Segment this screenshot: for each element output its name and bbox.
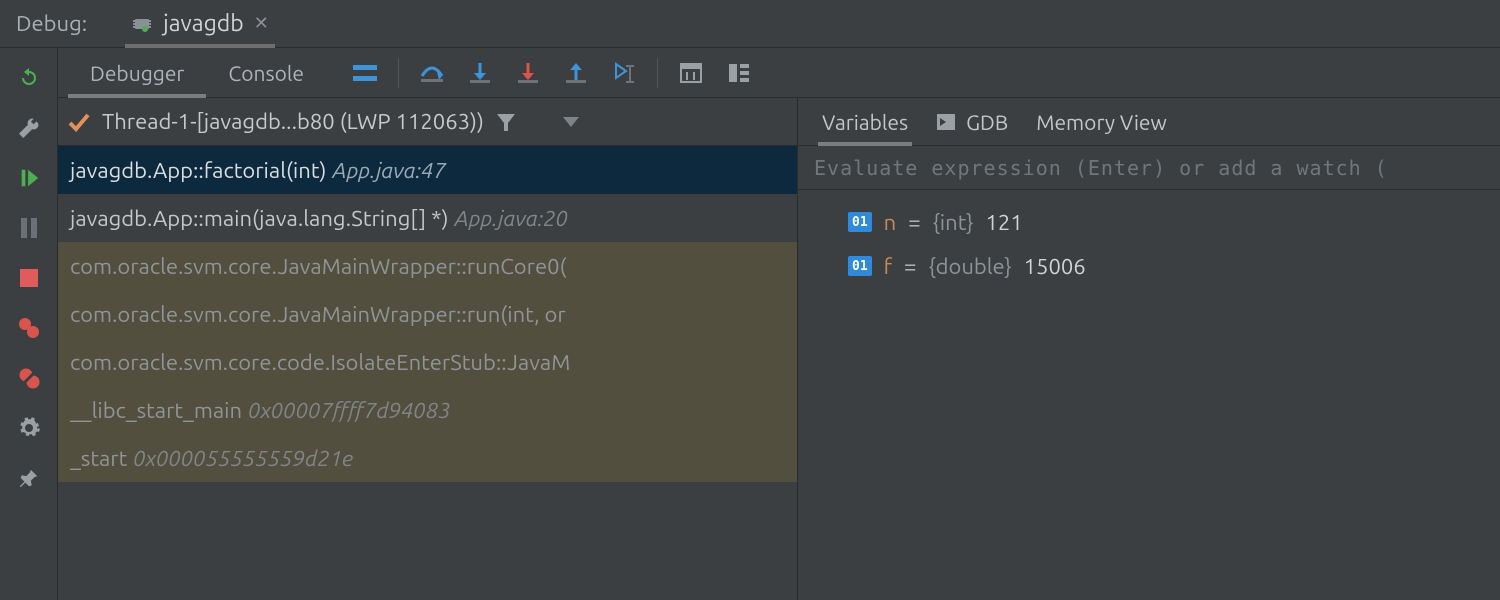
view-breakpoints-icon[interactable] (13, 312, 45, 344)
mute-breakpoints-icon[interactable] (13, 362, 45, 394)
frame-signature: com.oracle.svm.core.JavaMainWrapper::run… (70, 254, 566, 279)
debug-topbar: Debug: javagdb ✕ (0, 0, 1500, 48)
right-tabs: Variables GDB Memory View (798, 98, 1500, 146)
variable-name: f (884, 254, 892, 279)
close-icon[interactable]: ✕ (254, 13, 269, 34)
tab-gdb-label: GDB (966, 110, 1008, 134)
variable-value: 15006 (1024, 254, 1086, 279)
run-config-tab[interactable]: javagdb ✕ (131, 0, 269, 47)
pause-icon[interactable] (13, 212, 45, 244)
variables-list: 01 n = {int} 121 01 f = {double} 15006 (798, 190, 1500, 600)
primitive-badge-icon: 01 (848, 212, 872, 232)
step-into-icon[interactable] (459, 55, 501, 91)
filter-icon[interactable] (496, 112, 516, 132)
frame-signature: com.oracle.svm.core.JavaMainWrapper::run… (70, 302, 566, 327)
primitive-badge-icon: 01 (848, 256, 872, 276)
debug-vertical-toolbar (0, 48, 58, 600)
layout-icon[interactable] (344, 55, 386, 91)
tab-variables[interactable]: Variables (822, 98, 908, 145)
stack-frame[interactable]: _start 0x000055555559d21e (58, 434, 797, 482)
debug-label: Debug: (16, 11, 87, 36)
wrench-icon[interactable] (13, 112, 45, 144)
evaluate-expression-icon[interactable] (670, 55, 712, 91)
thread-selector-row: Thread-1-[javagdb...b80 (LWP 112063)) (58, 98, 797, 146)
stack-frame[interactable]: javagdb.App::main(java.lang.String[] *) … (58, 194, 797, 242)
frame-signature: com.oracle.svm.core.code.IsolateEnterStu… (70, 350, 570, 375)
run-config-name: javagdb (163, 11, 244, 36)
frame-location: 0x00007ffff7d94083 (248, 398, 451, 423)
stack-frame[interactable]: javagdb.App::factorial(int) App.java:47 (58, 146, 797, 194)
toggle-frames-icon[interactable] (718, 55, 760, 91)
variable-row[interactable]: 01 f = {double} 15006 (798, 244, 1500, 288)
step-out-icon[interactable] (555, 55, 597, 91)
run-to-cursor-icon[interactable] (603, 55, 645, 91)
resume-icon[interactable] (13, 162, 45, 194)
frame-signature: __libc_start_main (70, 398, 242, 423)
chip-icon (131, 15, 153, 33)
tab-gdb[interactable]: GDB (936, 98, 1008, 145)
step-over-icon[interactable] (411, 55, 453, 91)
rerun-icon[interactable] (13, 62, 45, 94)
tab-gdb-icon (936, 113, 956, 131)
variable-row[interactable]: 01 n = {int} 121 (798, 200, 1500, 244)
thread-name[interactable]: Thread-1-[javagdb...b80 (LWP 112063)) (102, 109, 484, 134)
stack-frame[interactable]: com.oracle.svm.core.JavaMainWrapper::run… (58, 290, 797, 338)
stop-icon[interactable] (13, 262, 45, 294)
frame-signature: _start (70, 446, 127, 471)
frame-location: 0x000055555559d21e (133, 446, 353, 471)
stack-frame[interactable]: com.oracle.svm.core.code.IsolateEnterStu… (58, 338, 797, 386)
equals-sign: = (908, 210, 920, 235)
frame-location: App.java:20 (455, 206, 568, 231)
evaluate-expression-input[interactable]: Evaluate expression (Enter) or add a wat… (798, 146, 1500, 190)
equals-sign: = (904, 254, 916, 279)
tab-debugger[interactable]: Debugger (68, 48, 206, 97)
frame-signature: javagdb.App::factorial(int) (70, 158, 326, 183)
variable-value: 121 (986, 210, 1023, 235)
settings-icon[interactable] (13, 412, 45, 444)
stack-frame[interactable]: __libc_start_main 0x00007ffff7d94083 (58, 386, 797, 434)
debug-tabs-row: Debugger Console (58, 48, 1500, 98)
variable-type: {double} (928, 254, 1011, 279)
stack-frame[interactable]: com.oracle.svm.core.JavaMainWrapper::run… (58, 242, 797, 290)
variable-name: n (884, 210, 897, 235)
force-step-into-icon[interactable] (507, 55, 549, 91)
evaluate-placeholder: Evaluate expression (Enter) or add a wat… (814, 156, 1388, 180)
thread-dropdown-icon[interactable] (562, 116, 580, 128)
tab-debugger-label: Debugger (90, 61, 184, 85)
frame-signature: javagdb.App::main(java.lang.String[] *) (70, 206, 449, 231)
pin-icon[interactable] (13, 462, 45, 494)
tab-console[interactable]: Console (206, 48, 326, 97)
thread-check-icon (68, 112, 90, 132)
tab-memory-label: Memory View (1036, 110, 1167, 134)
tab-variables-label: Variables (822, 110, 908, 134)
tab-memory-view[interactable]: Memory View (1036, 98, 1167, 145)
variable-type: {int} (933, 210, 974, 235)
frame-location: App.java:47 (332, 158, 445, 183)
tab-console-label: Console (228, 61, 304, 85)
frames-list: javagdb.App::factorial(int) App.java:47j… (58, 146, 797, 600)
